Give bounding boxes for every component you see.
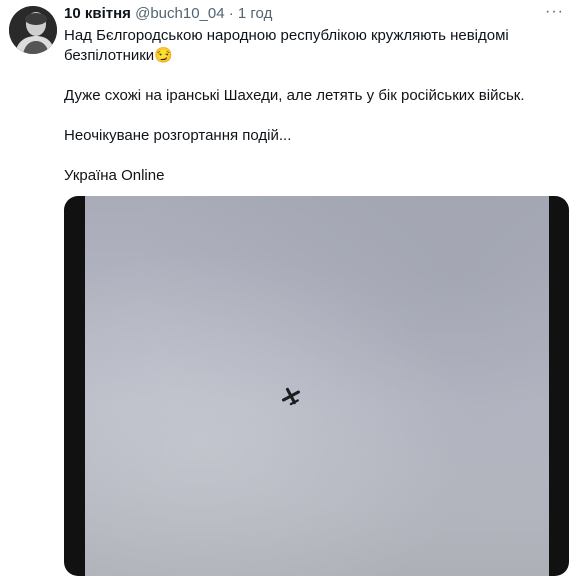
sky-background: [85, 196, 549, 576]
meta-separator: ·: [228, 5, 234, 22]
drone-icon: [281, 387, 301, 406]
author-handle[interactable]: @buch10_04: [135, 5, 224, 22]
smirk-emoji: 😏: [154, 47, 173, 64]
author-name[interactable]: 10 квітня: [64, 5, 131, 22]
tweet-time[interactable]: 1 год: [238, 5, 272, 22]
tweet-line-1-text: Над Бєлгородською народною республікою к…: [64, 27, 509, 64]
avatar-image: [9, 6, 57, 54]
more-horizontal-icon: ···: [545, 3, 564, 20]
avatar[interactable]: [9, 6, 57, 54]
video-frame[interactable]: [85, 196, 549, 576]
tweet-text: Над Бєлгородською народною республікою к…: [64, 26, 564, 186]
media-video[interactable]: [64, 196, 569, 576]
tweet-line-2: Дуже схожі на іранські Шахеди, але летят…: [64, 87, 525, 104]
more-options-button[interactable]: ···: [545, 3, 564, 21]
tweet-line-1: Над Бєлгородською народною республікою к…: [64, 26, 564, 66]
tweet-header: 10 квітня @buch10_04 · 1 год: [64, 5, 536, 23]
tweet-line-4: Україна Online: [64, 167, 165, 184]
tweet-line-3: Неочікуване розгортання подій...: [64, 127, 292, 144]
